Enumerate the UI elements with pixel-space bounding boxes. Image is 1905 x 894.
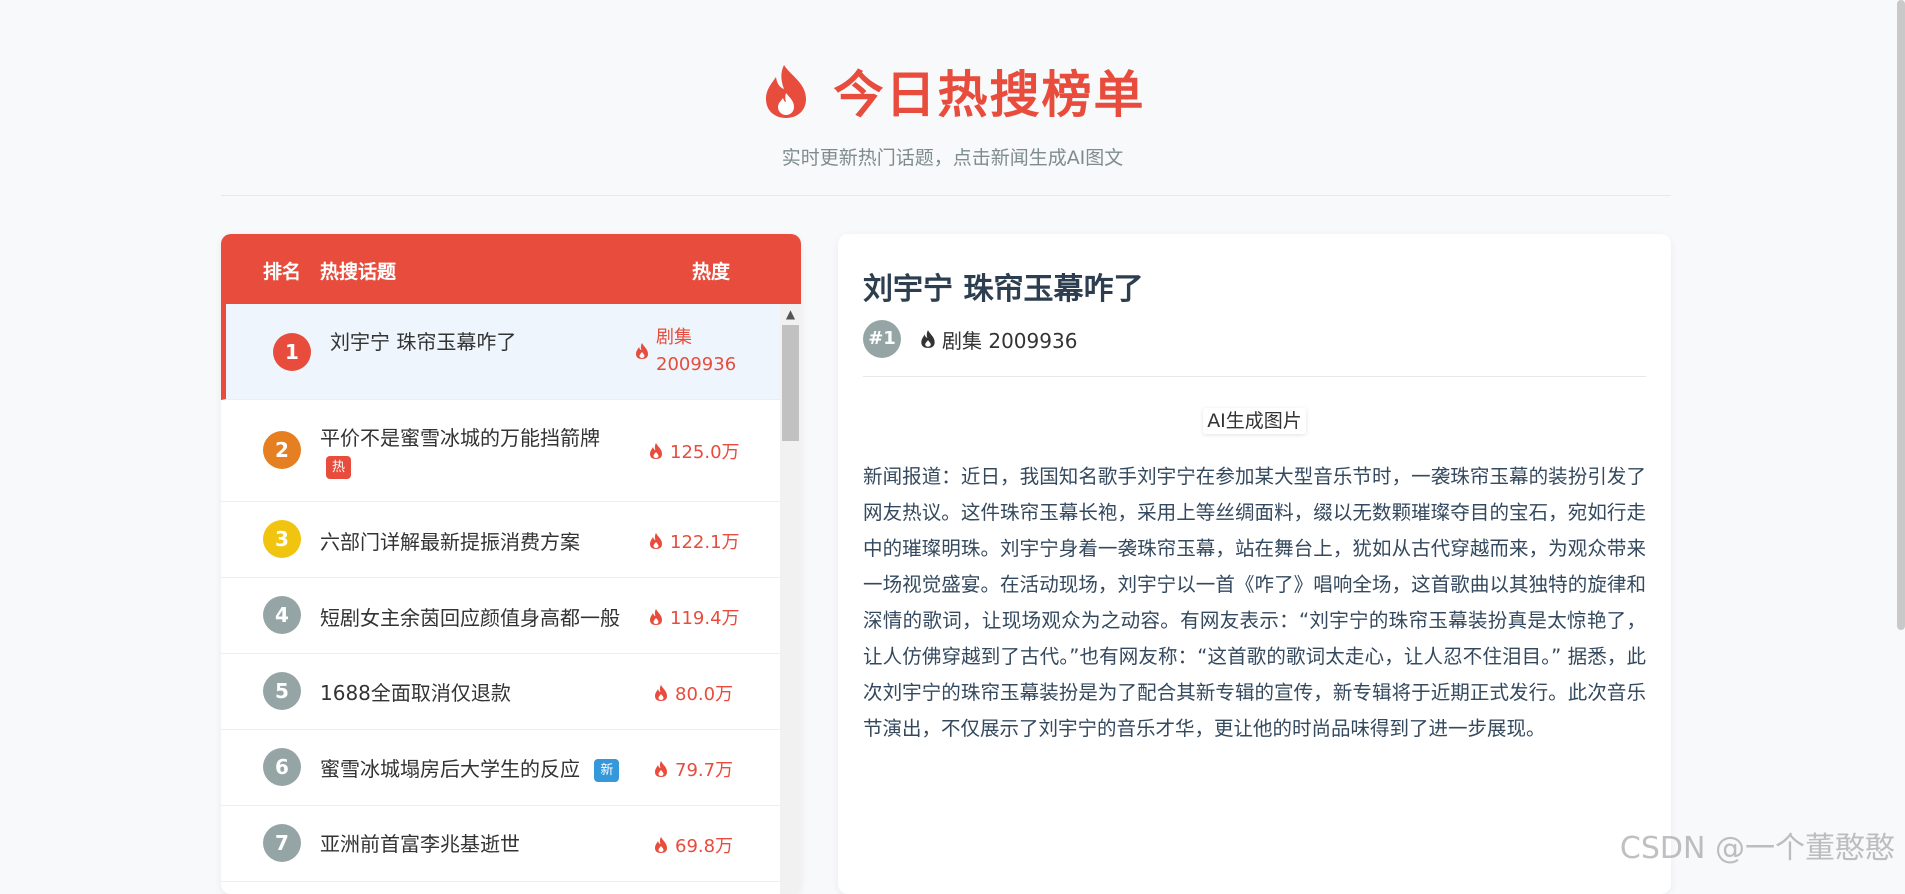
fire-icon bbox=[636, 343, 648, 359]
rank-badge: 1 bbox=[273, 333, 311, 371]
hot-search-list: 1 刘宇宁 珠帘玉幕咋了 剧集 2009936 2 平价不是蜜雪冰城的万能挡箭牌 … bbox=[221, 304, 781, 882]
page-scrollbar[interactable] bbox=[1897, 0, 1905, 630]
list-item[interactable]: 7 亚洲前首富李兆基逝世 69.8万 bbox=[221, 806, 781, 882]
fire-icon bbox=[650, 609, 662, 625]
rank-badge: 7 bbox=[263, 824, 301, 862]
topic-title: 短剧女主余茵回应颜值身高都一般 bbox=[320, 606, 620, 630]
rank-badge: 4 bbox=[263, 596, 301, 634]
list-item[interactable]: 3 六部门详解最新提振消费方案 122.1万 bbox=[221, 502, 781, 578]
topic-title: 六部门详解最新提振消费方案 bbox=[320, 530, 580, 554]
scroll-thumb[interactable] bbox=[782, 325, 799, 441]
page-subtitle: 实时更新热门话题，点击新闻生成AI图文 bbox=[781, 147, 1124, 169]
fire-icon bbox=[921, 330, 935, 348]
heat-value: 69.8万 bbox=[653, 832, 733, 858]
heat-category: 剧集 bbox=[656, 327, 692, 348]
page-header: 今日热搜榜单 bbox=[0, 55, 1905, 127]
topic-title: 刘宇宁 珠帘玉幕咋了 bbox=[330, 330, 517, 354]
list-scrollbar[interactable]: ▲ bbox=[780, 304, 801, 894]
rank-badge: 5 bbox=[263, 672, 301, 710]
list-item[interactable]: 5 1688全面取消仅退款 80.0万 bbox=[221, 654, 781, 730]
news-detail-panel: 刘宇宁 珠帘玉幕咋了 #1 剧集 2009936 AI生成图片 新闻报道：近日，… bbox=[838, 234, 1671, 894]
fire-icon bbox=[655, 685, 667, 701]
fire-icon bbox=[655, 837, 667, 853]
list-item[interactable]: 2 平价不是蜜雪冰城的万能挡箭牌 热 125.0万 bbox=[221, 400, 781, 502]
topic-title: 1688全面取消仅退款 bbox=[320, 681, 511, 705]
page-title: 今日热搜榜单 bbox=[833, 66, 1146, 124]
ai-image-caption: AI生成图片 bbox=[1203, 408, 1306, 434]
new-tag: 新 bbox=[594, 759, 620, 782]
watermark: CSDN @一个董憨憨 bbox=[1619, 831, 1895, 866]
list-item[interactable]: 6 蜜雪冰城塌房后大学生的反应 新 79.7万 bbox=[221, 730, 781, 806]
detail-divider bbox=[863, 376, 1646, 377]
col-rank-header: 排名 bbox=[263, 261, 302, 283]
topic-title: 亚洲前首富李兆基逝世 bbox=[320, 832, 520, 856]
news-article-text: 新闻报道：近日，我国知名歌手刘宇宁在参加某大型音乐节时，一袭珠帘玉幕的装扮引发了… bbox=[863, 465, 1646, 740]
rank-badge: 2 bbox=[263, 431, 301, 469]
detail-meta: #1 剧集 2009936 bbox=[863, 320, 1077, 358]
heat-value: 125.0万 bbox=[648, 438, 740, 464]
col-heat-header: 热度 bbox=[692, 261, 731, 283]
list-item[interactable]: 1 刘宇宁 珠帘玉幕咋了 剧集 2009936 bbox=[221, 304, 781, 400]
hot-tag: 热 bbox=[326, 456, 352, 479]
fire-icon bbox=[655, 761, 667, 777]
fire-icon bbox=[650, 533, 662, 549]
list-item[interactable]: 4 短剧女主余茵回应颜值身高都一般 119.4万 bbox=[221, 578, 781, 654]
scroll-up-arrow-icon[interactable]: ▲ bbox=[780, 304, 801, 325]
table-header: 排名 热搜话题 热度 bbox=[221, 234, 801, 304]
heat-value: 剧集 2009936 bbox=[634, 324, 736, 378]
heat-value: 80.0万 bbox=[653, 680, 733, 706]
rank-badge: 6 bbox=[263, 748, 301, 786]
detail-rank-badge: #1 bbox=[863, 320, 901, 358]
header-divider bbox=[221, 195, 1671, 196]
detail-heat: 剧集 2009936 bbox=[919, 325, 1077, 354]
topic-title: 蜜雪冰城塌房后大学生的反应 新 bbox=[320, 753, 620, 782]
fire-icon bbox=[650, 443, 662, 459]
heat-value: 79.7万 bbox=[653, 756, 733, 782]
hot-search-list-panel: 排名 热搜话题 热度 1 刘宇宁 珠帘玉幕咋了 剧集 2009936 2 平价不是… bbox=[221, 234, 801, 894]
rank-badge: 3 bbox=[263, 520, 301, 558]
ai-generated-image: AI生成图片 bbox=[838, 406, 1671, 434]
topic-title: 平价不是蜜雪冰城的万能挡箭牌 bbox=[320, 426, 600, 450]
detail-title: 刘宇宁 珠帘玉幕咋了 bbox=[863, 272, 1144, 307]
heat-number: 2009936 bbox=[656, 354, 737, 375]
fire-icon bbox=[765, 65, 806, 118]
heat-value: 122.1万 bbox=[648, 528, 740, 554]
col-topic-header: 热搜话题 bbox=[320, 261, 397, 283]
heat-value: 119.4万 bbox=[648, 604, 740, 630]
